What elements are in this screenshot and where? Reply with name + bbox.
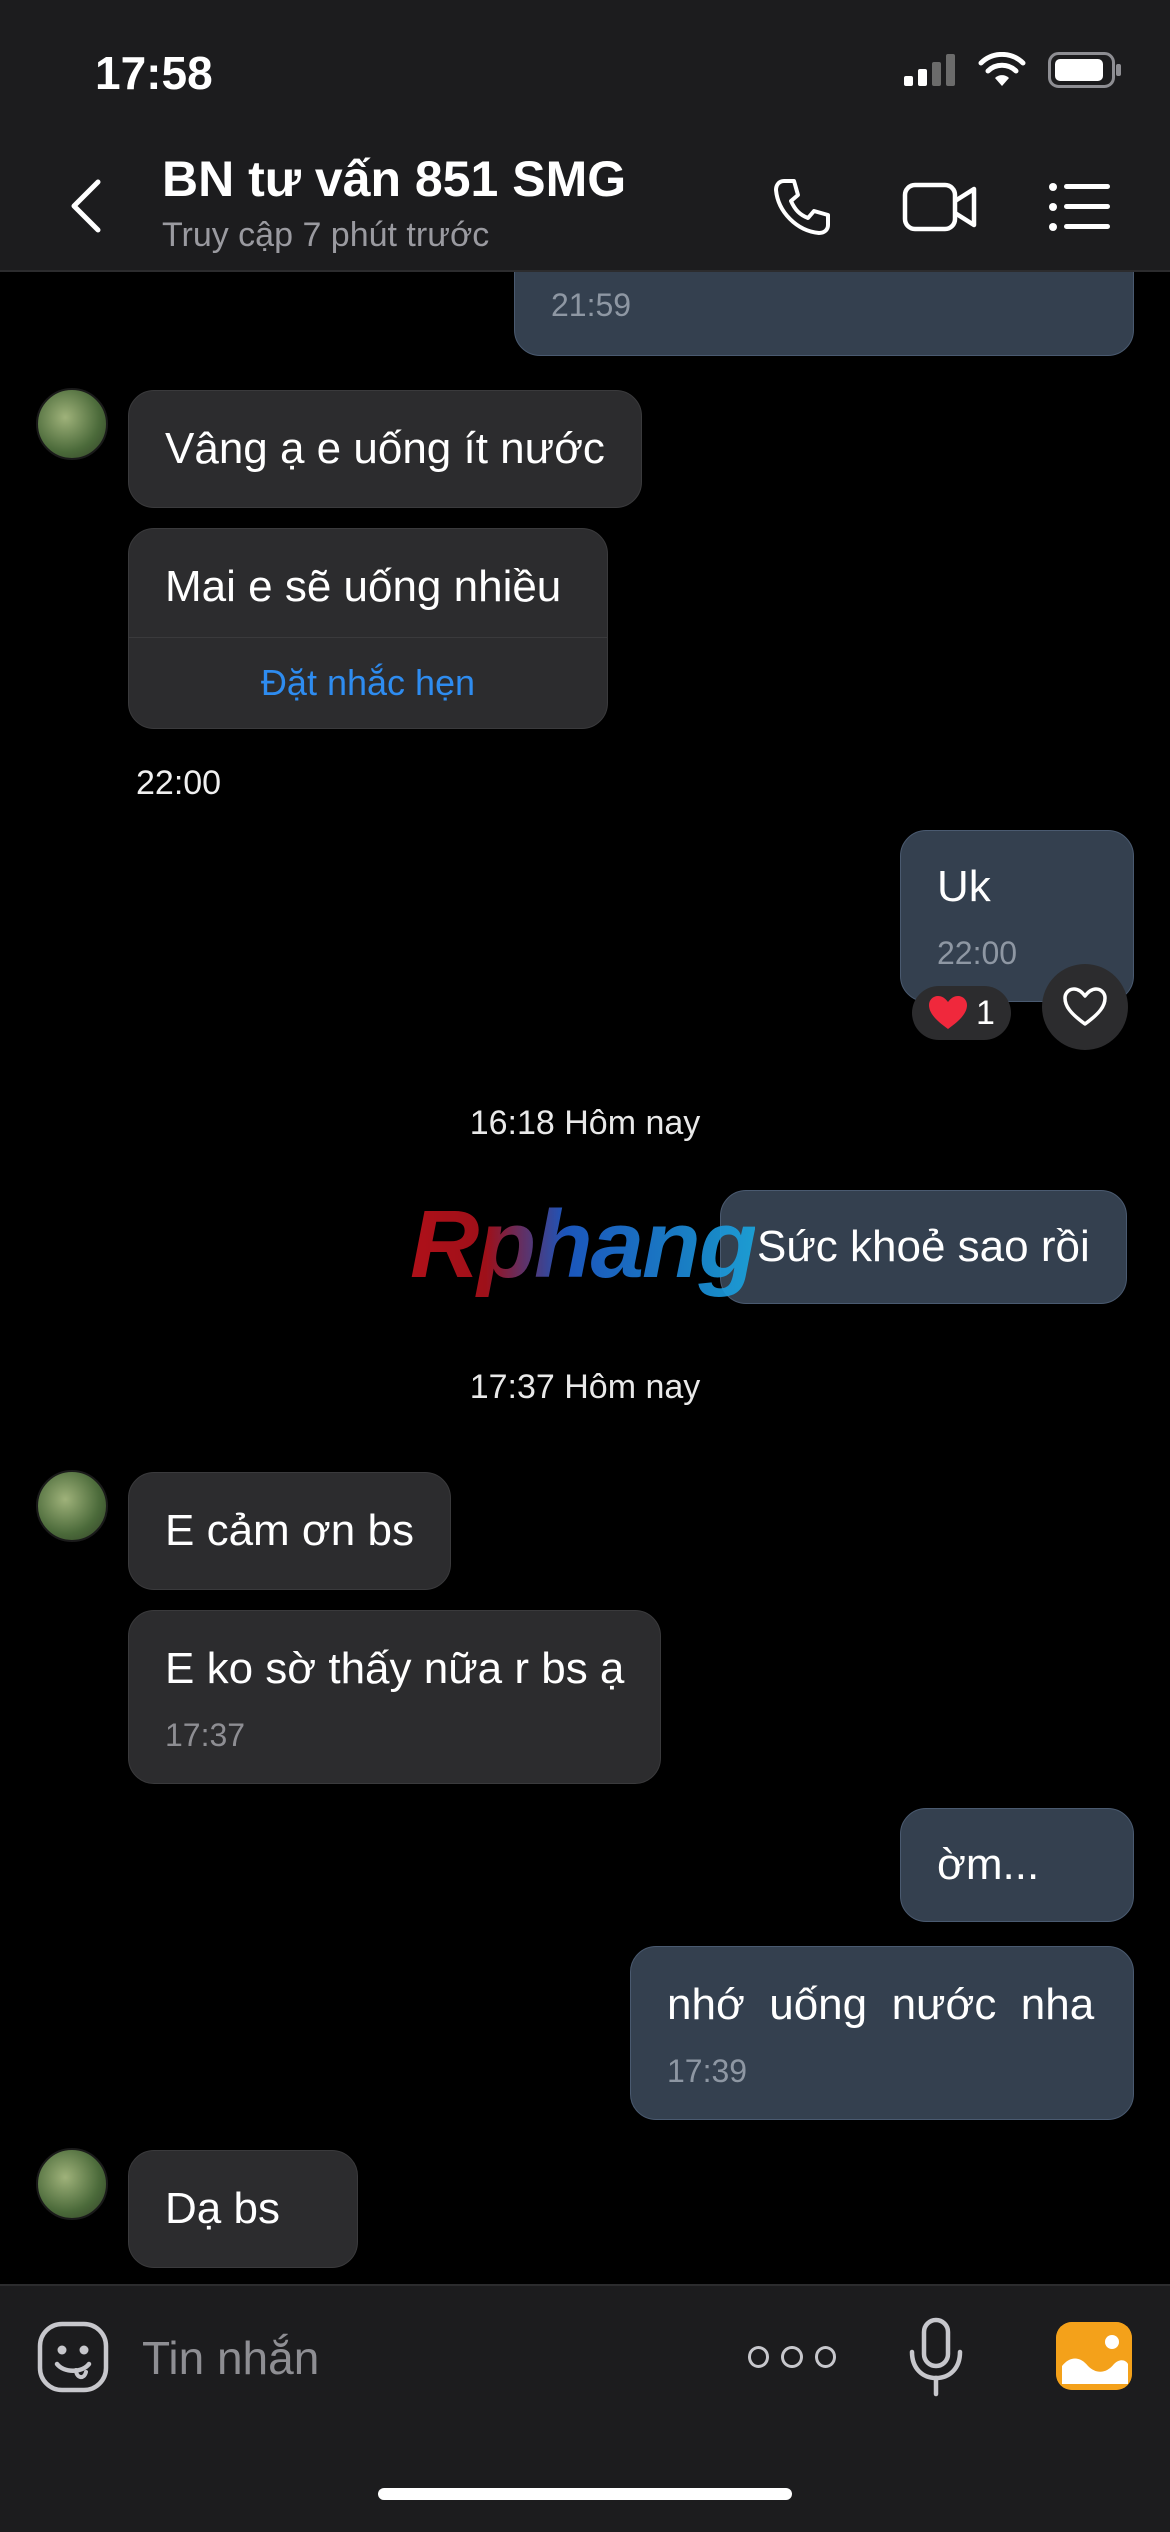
chat-title[interactable]: BN tư vấn 851 SMG xyxy=(162,150,626,208)
message-bubble-incoming[interactable]: Mai e sẽ uống nhiều Đặt nhắc hẹn xyxy=(128,528,608,729)
photo-picker-button[interactable] xyxy=(1056,2322,1132,2390)
message-text: Dạ bs xyxy=(165,2184,280,2233)
heart-outline-icon xyxy=(1063,987,1107,1026)
watermark-logo: Rphang xyxy=(410,1191,757,1298)
wifi-icon xyxy=(978,52,1026,86)
date-separator: 16:18 Hôm nay xyxy=(469,1104,701,1142)
message-time: 17:39 xyxy=(667,2053,748,2089)
voice-message-button[interactable] xyxy=(904,2316,968,2400)
message-text: Uk xyxy=(937,862,991,911)
message-text: E cảm ơn bs xyxy=(165,1506,414,1555)
battery-icon xyxy=(1048,52,1121,88)
status-icons xyxy=(904,52,1122,88)
signal-icon xyxy=(904,54,955,86)
date-separator: 17:37 Hôm nay xyxy=(469,1368,701,1406)
avatar[interactable] xyxy=(36,1470,108,1542)
message-text: ờm... xyxy=(937,1840,1040,1889)
sticker-face-icon xyxy=(37,2321,109,2393)
video-camera-icon xyxy=(902,182,977,232)
menu-button[interactable] xyxy=(1040,172,1120,242)
message-bubble-outgoing[interactable]: nhớ uống nước nha 17:39 xyxy=(630,1946,1134,2120)
message-bubble-incoming[interactable]: Vâng ạ e uống ít nước xyxy=(128,390,642,508)
set-reminder-link[interactable]: Đặt nhắc hẹn xyxy=(129,637,607,706)
message-text: Sức khoẻ sao rồi xyxy=(757,1222,1090,1271)
message-bubble-outgoing[interactable]: Sức khoẻ sao rồi xyxy=(720,1190,1127,1304)
microphone-icon xyxy=(909,2317,963,2397)
react-button[interactable] xyxy=(1042,964,1128,1050)
message-text: E ko sờ thấy nữa r bs ạ xyxy=(165,1644,625,1693)
reaction-count: 1 xyxy=(976,993,995,1032)
message-bubble-outgoing[interactable]: ờm... xyxy=(900,1808,1134,1922)
message-time: 21:59 xyxy=(551,287,632,323)
chevron-left-icon xyxy=(71,179,101,233)
avatar[interactable] xyxy=(36,388,108,460)
more-options-button[interactable] xyxy=(748,2332,836,2382)
avatar[interactable] xyxy=(36,2148,108,2220)
message-bubble-incoming[interactable]: E cảm ơn bs xyxy=(128,1472,451,1590)
video-call-button[interactable] xyxy=(900,172,980,242)
emoji-button[interactable] xyxy=(36,2320,110,2394)
heart-icon xyxy=(929,996,967,1029)
message-time: 17:37 xyxy=(165,1717,246,1753)
list-menu-icon xyxy=(1049,183,1110,231)
message-bubble-incoming[interactable]: Dạ bs xyxy=(128,2150,358,2268)
dot-icon xyxy=(814,2346,836,2368)
message-list[interactable]: 21:59 Vâng ạ e uống ít nước Mai e sẽ uốn… xyxy=(0,272,1170,2284)
message-text: nhớ uống nước nha xyxy=(667,1980,1095,2029)
image-icon xyxy=(1056,2322,1132,2390)
message-input[interactable] xyxy=(142,2326,702,2390)
message-text: Vâng ạ e uống ít nước xyxy=(165,424,605,473)
call-button[interactable] xyxy=(762,172,842,242)
last-seen-status: Truy cập 7 phút trước xyxy=(162,216,490,254)
reaction-badge[interactable]: 1 xyxy=(912,986,1011,1040)
phone-icon xyxy=(774,179,830,235)
chat-header: 17:58 BN tư vấn 851 SMG Truy cập 7 phút … xyxy=(0,0,1170,272)
message-text: Mai e sẽ uống nhiều xyxy=(165,562,562,611)
dot-icon xyxy=(781,2346,803,2368)
home-indicator xyxy=(378,2488,792,2500)
message-time: 22:00 xyxy=(128,762,230,805)
message-bubble-outgoing[interactable]: 21:59 xyxy=(514,272,1134,356)
status-time: 17:58 xyxy=(95,47,213,99)
message-bubble-incoming[interactable]: E ko sờ thấy nữa r bs ạ 17:37 xyxy=(128,1610,662,1784)
back-button[interactable] xyxy=(62,174,114,238)
dot-icon xyxy=(748,2346,770,2368)
